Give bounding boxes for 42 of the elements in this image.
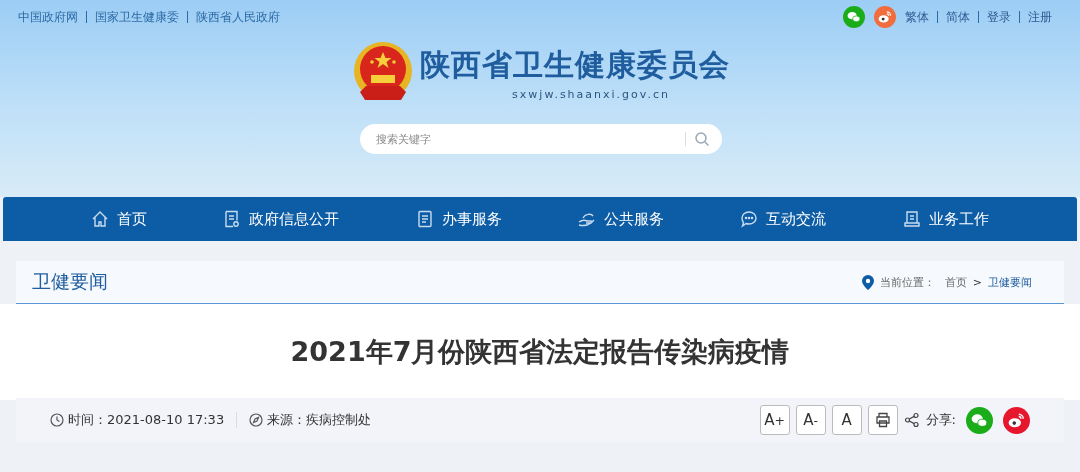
document-icon (223, 210, 242, 228)
home-icon (91, 210, 110, 228)
top-link[interactable]: 登录 (987, 8, 1011, 26)
chat-icon (740, 210, 759, 228)
breadcrumb-separator: > (972, 275, 982, 289)
breadcrumb-link[interactable]: 卫健要闻 (988, 274, 1032, 290)
nav-item[interactable]: 互动交流 (740, 209, 827, 229)
top-link[interactable]: 中国政府网 (18, 8, 78, 26)
compass-icon (249, 413, 264, 427)
top-link[interactable]: 繁体 (905, 8, 929, 26)
search-field[interactable]: 搜索关键字 (360, 124, 722, 154)
site-domain: sxwjw.shaanxi.gov.cn (512, 88, 670, 101)
weibo-icon[interactable] (1003, 406, 1030, 434)
article-source: 来源：疾病控制处 (267, 411, 372, 429)
breadcrumb-link[interactable]: 首页 (944, 274, 967, 290)
top-link[interactable]: 国家卫生健康委 (95, 8, 179, 26)
nav-item[interactable]: 首页 (91, 209, 148, 229)
print-button[interactable] (867, 405, 898, 435)
top-link[interactable]: 陕西省人民政府 (196, 8, 280, 26)
font-size-button[interactable]: A (831, 405, 862, 435)
clock-icon (50, 413, 64, 427)
site-title: 陕西省卫生健康委员会 (420, 46, 730, 84)
section-title: 卫健要闻 (32, 269, 108, 294)
location-pin-icon (861, 274, 874, 290)
weibo-icon[interactable] (874, 6, 896, 28)
top-link[interactable]: 简体 (946, 8, 970, 26)
search-icon[interactable] (694, 131, 710, 147)
clipboard-icon (415, 210, 434, 228)
share-label: 分享: (925, 411, 956, 429)
top-link[interactable]: 注册 (1028, 8, 1052, 26)
wechat-icon[interactable] (843, 6, 865, 28)
folder-icon (902, 210, 921, 228)
location-label: 当前位置： (879, 274, 935, 290)
share-icon (903, 412, 920, 428)
publish-time: 时间：2021-08-10 17:33 (68, 411, 225, 429)
nav-item[interactable]: 办事服务 (415, 209, 502, 229)
article-title: 2021年7月份陕西省法定报告传染病疫情 (0, 304, 1080, 400)
wechat-icon[interactable] (966, 406, 993, 434)
nav-item[interactable]: 公共服务 (578, 209, 665, 229)
nav-item[interactable]: 政府信息公开 (223, 209, 340, 229)
nav-item[interactable]: 业务工作 (902, 209, 989, 229)
printer-icon (874, 412, 891, 428)
